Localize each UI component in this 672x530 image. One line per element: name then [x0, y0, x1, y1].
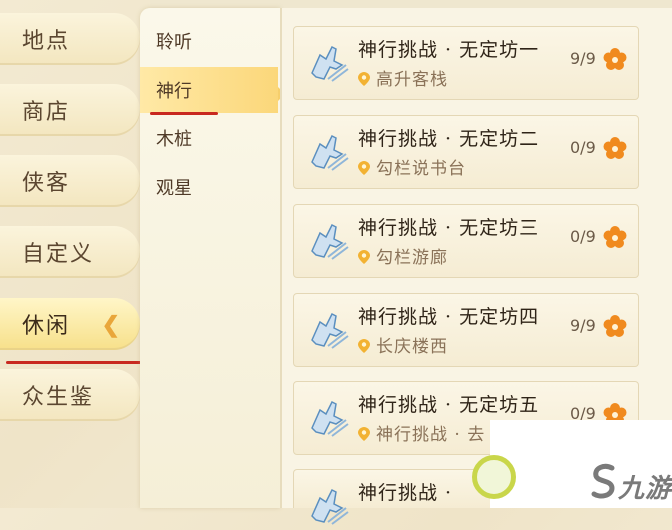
flower-reward-icon — [603, 137, 627, 159]
task-card[interactable]: 神行挑战 · 无定坊一 高升客栈 9/9 — [293, 26, 639, 100]
category-label: 侠客 — [22, 171, 71, 196]
submenu-panel: 聆听 神行 木桩 观星 — [140, 8, 285, 508]
shenxing-runner-icon — [311, 45, 349, 82]
task-title: 神行挑战 · 无定坊一 — [358, 39, 540, 61]
task-title: 神行挑战 · — [358, 482, 453, 504]
submenu-label: 神行 — [156, 81, 192, 102]
category-sidebar: 地点 商店 侠客 自定义 休闲 ❮ 众生鉴 — [0, 0, 150, 508]
task-title: 神行挑战 · 无定坊三 — [358, 217, 540, 239]
task-card[interactable]: 神行挑战 · 无定坊三 勾栏游廊 0/9 — [293, 204, 639, 278]
flower-reward-icon — [603, 226, 627, 248]
task-location: 高升客栈 — [358, 65, 448, 90]
submenu-label: 观星 — [156, 178, 192, 199]
task-progress: 9/9 — [570, 316, 596, 335]
submenu-item-stake[interactable]: 木桩 — [140, 115, 280, 161]
task-title: 神行挑战 · 无定坊五 — [358, 394, 540, 416]
task-progress: 0/9 — [570, 138, 596, 157]
location-pin-icon — [358, 250, 370, 264]
task-card[interactable]: 神行挑战 · 无定坊二 勾栏说书台 0/9 — [293, 115, 639, 189]
flower-reward-icon — [603, 48, 627, 70]
task-location-label: 勾栏说书台 — [376, 159, 466, 179]
category-label: 商店 — [22, 100, 71, 125]
submenu-item-stargaze[interactable]: 观星 — [140, 164, 280, 210]
category-custom[interactable]: 自定义 — [0, 226, 140, 278]
task-location-label: 高升客栈 — [376, 70, 448, 90]
shenxing-runner-icon — [311, 312, 349, 349]
category-label: 休闲 — [22, 314, 71, 339]
task-title: 神行挑战 · 无定坊四 — [358, 306, 540, 328]
task-location-label: 神行挑战 · 去 — [376, 425, 486, 445]
category-location[interactable]: 地点 — [0, 13, 140, 65]
location-pin-icon — [358, 72, 370, 86]
chevron-left-icon: ❮ — [101, 312, 122, 338]
task-progress: 9/9 — [570, 49, 596, 68]
submenu-label: 聆听 — [156, 32, 192, 53]
selected-submenu-underline — [150, 112, 218, 115]
task-progress: 0/9 — [570, 227, 596, 246]
location-pin-icon — [358, 427, 370, 441]
category-label: 自定义 — [22, 242, 95, 267]
location-pin-icon — [358, 339, 370, 353]
watermark-text: 九游 — [618, 474, 672, 504]
submenu-item-listen[interactable]: 聆听 — [140, 18, 280, 64]
selected-category-underline — [6, 361, 142, 364]
task-location-label: 长庆楼西 — [376, 337, 448, 357]
flower-reward-icon — [603, 315, 627, 337]
category-leisure[interactable]: 休闲 ❮ — [0, 298, 140, 350]
shenxing-runner-icon — [311, 134, 349, 171]
category-hero[interactable]: 侠客 — [0, 155, 140, 207]
shenxing-runner-icon — [311, 400, 349, 437]
task-title: 神行挑战 · 无定坊二 — [358, 128, 540, 150]
category-label: 地点 — [22, 29, 71, 54]
submenu-label: 木桩 — [156, 129, 192, 150]
task-location: 长庆楼西 — [358, 332, 448, 357]
shenxing-runner-icon — [311, 223, 349, 260]
category-beings[interactable]: 众生鉴 — [0, 369, 140, 421]
ring-icon — [472, 455, 516, 499]
task-card[interactable]: 神行挑战 · 无定坊四 长庆楼西 9/9 — [293, 293, 639, 367]
category-shop[interactable]: 商店 — [0, 84, 140, 136]
task-location: 勾栏游廊 — [358, 243, 448, 268]
shenxing-runner-icon — [311, 488, 349, 525]
submenu-item-shenxing[interactable]: 神行 — [140, 67, 278, 113]
task-location: 勾栏说书台 — [358, 154, 466, 179]
task-location: 神行挑战 · 去 — [358, 420, 485, 445]
jiuyou-logo-icon — [591, 463, 615, 499]
location-pin-icon — [358, 161, 370, 175]
task-location-label: 勾栏游廊 — [376, 248, 448, 268]
category-label: 众生鉴 — [22, 385, 95, 410]
